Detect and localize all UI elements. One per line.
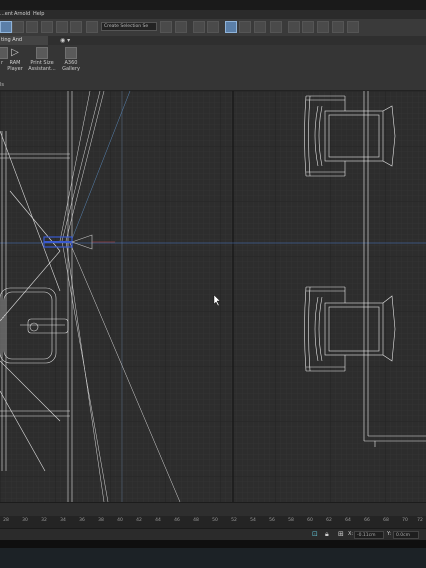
selection-set-dropdown[interactable]: Create Selection Se <box>101 22 157 31</box>
a360-gallery-button[interactable]: A360 Gallery <box>60 47 82 72</box>
render-iterative-icon[interactable] <box>317 21 329 33</box>
ribbon-tab[interactable]: ting And Rendering <box>0 36 48 52</box>
timeline-ruler[interactable]: 28 30 32 34 36 38 40 42 44 46 48 50 52 5… <box>0 516 426 528</box>
align-icon[interactable] <box>175 21 187 33</box>
transform-mode-icon[interactable]: ⊞ <box>338 530 346 538</box>
menu-item-0[interactable]: ...ent <box>0 11 13 17</box>
ruler-tick: 62 <box>326 518 332 523</box>
teapot-icon[interactable] <box>347 21 359 33</box>
ruler-tick: 56 <box>269 518 275 523</box>
viewport-grid <box>0 91 426 502</box>
rendered-frame-icon[interactable] <box>288 21 300 33</box>
curve-editor-icon[interactable] <box>225 21 237 33</box>
toggle-ribbon-icon[interactable] <box>207 21 219 33</box>
ruler-tick: 32 <box>41 518 47 523</box>
render-button-label: r <box>0 60 4 66</box>
time-slider[interactable] <box>0 502 426 517</box>
rotate-icon[interactable] <box>26 21 38 33</box>
a360-gallery-label: A360 Gallery <box>62 60 80 72</box>
main-toolbar: Create Selection Se <box>0 19 426 37</box>
material-editor-icon[interactable] <box>254 21 266 33</box>
mirror-icon[interactable] <box>160 21 172 33</box>
printer-icon <box>36 47 48 59</box>
ruler-tick: 34 <box>60 518 66 523</box>
play-icon: ▷ <box>11 47 19 58</box>
print-size-label: Print Size Assistant... <box>28 60 56 72</box>
ruler-tick: 44 <box>155 518 161 523</box>
ruler-tick: 46 <box>174 518 180 523</box>
menu-bar: ...ent Arnold Help <box>0 10 426 19</box>
ruler-tick: 42 <box>136 518 142 523</box>
isolate-icon[interactable]: ⊡ <box>312 530 320 538</box>
gallery-icon <box>65 47 77 59</box>
schematic-view-icon[interactable] <box>239 21 251 33</box>
ruler-tick: 40 <box>117 518 123 523</box>
ruler-tick: 72 <box>417 518 423 523</box>
render-setup-icon[interactable] <box>270 21 282 33</box>
scale-icon[interactable] <box>41 21 53 33</box>
print-size-assistant-button[interactable]: Print Size Assistant... <box>28 47 56 72</box>
ruler-tick: 60 <box>307 518 313 523</box>
ruler-tick: 58 <box>288 518 294 523</box>
select-region-icon[interactable] <box>12 21 24 33</box>
ruler-tick: 28 <box>3 518 9 523</box>
ribbon-panel-label: ls <box>0 82 4 88</box>
separator <box>0 540 426 548</box>
render-production-icon[interactable] <box>332 21 344 33</box>
x-coord-label: X: <box>348 531 354 537</box>
menu-item-arnold[interactable]: Arnold <box>14 11 30 17</box>
ruler-tick: 36 <box>79 518 85 523</box>
ruler-tick: 52 <box>231 518 237 523</box>
named-selection-icon[interactable] <box>86 21 98 33</box>
ruler-tick: 38 <box>98 518 104 523</box>
ribbon-panel: r ▷ RAM Player Print Size Assistant... A… <box>0 45 426 91</box>
ruler-tick: 68 <box>383 518 389 523</box>
select-icon[interactable] <box>0 21 12 33</box>
taskbar <box>0 548 426 568</box>
viewport-scene <box>0 91 426 502</box>
ruler-tick: 50 <box>212 518 218 523</box>
ram-player-button[interactable]: ▷ RAM Player <box>6 47 24 72</box>
layer-manager-icon[interactable] <box>193 21 205 33</box>
ruler-tick: 70 <box>402 518 408 523</box>
eye-icon[interactable]: ◉ ▾ <box>60 36 74 45</box>
ruler-tick: 54 <box>250 518 256 523</box>
ruler-tick: 48 <box>193 518 199 523</box>
render-icon[interactable] <box>302 21 314 33</box>
y-coord-label: Y: <box>387 531 392 537</box>
ruler-tick: 30 <box>22 518 28 523</box>
ruler-tick: 66 <box>364 518 370 523</box>
menu-item-help[interactable]: Help <box>33 11 44 17</box>
x-coord-field[interactable]: -0.11cm <box>354 531 384 539</box>
ram-player-label: RAM Player <box>7 60 23 72</box>
y-coord-field[interactable]: 0.0cm <box>393 531 419 539</box>
top-viewport[interactable] <box>0 91 426 502</box>
percent-snap-icon[interactable] <box>56 21 68 33</box>
ruler-tick: 64 <box>345 518 351 523</box>
spinner-snap-icon[interactable] <box>70 21 82 33</box>
lock-icon[interactable]: 🔒︎ <box>325 530 333 538</box>
